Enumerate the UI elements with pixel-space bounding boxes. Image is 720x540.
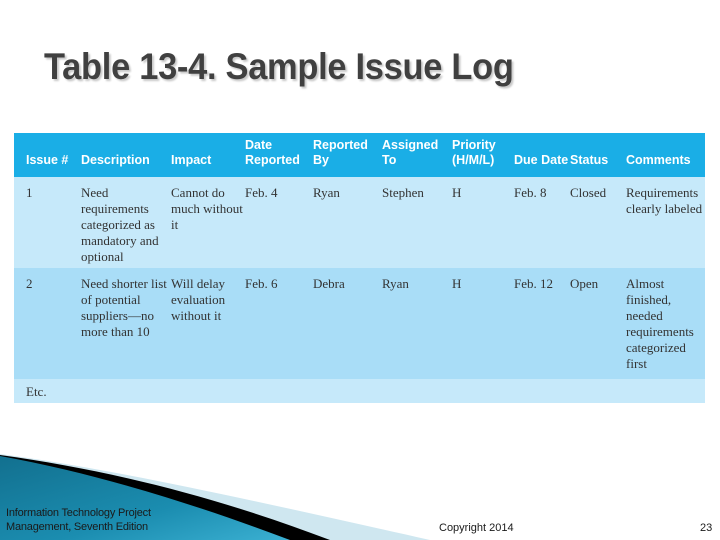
cell-issue: 1 <box>14 177 81 268</box>
cell-priority: H <box>452 177 514 268</box>
slide-page-number: 23 <box>700 522 713 534</box>
cell-impact: Will delay evaluation without it <box>171 268 245 379</box>
header-impact: Impact <box>171 133 245 177</box>
issue-log-table: Issue # Description Impact Date Reported… <box>14 133 705 403</box>
cell-due-date: Feb. 12 <box>514 268 570 379</box>
header-assigned-to: Assigned To <box>382 133 452 177</box>
header-status: Status <box>570 133 626 177</box>
cell-etc: Etc. <box>14 379 705 403</box>
cell-assigned-to: Ryan <box>382 268 452 379</box>
footer-book-line-2: Management, Seventh Edition <box>6 520 148 533</box>
cell-due-date: Feb. 8 <box>514 177 570 268</box>
cell-reported-by: Debra <box>313 268 382 379</box>
cell-description: Need requirements categorized as mandato… <box>81 177 171 268</box>
footer-book-line-1: Information Technology Project <box>6 507 151 519</box>
header-reported-by: Reported By <box>313 133 382 177</box>
table-row: 1 Need requirements categorized as manda… <box>14 177 705 268</box>
cell-priority: H <box>452 268 514 379</box>
cell-date-reported: Feb. 4 <box>245 177 313 268</box>
header-description: Description <box>81 133 171 177</box>
cell-comments: Requirements clearly labeled <box>626 177 705 268</box>
cell-status: Closed <box>570 177 626 268</box>
header-priority: Priority (H/M/L) <box>452 133 514 177</box>
table-header-row: Issue # Description Impact Date Reported… <box>14 133 705 177</box>
cell-status: Open <box>570 268 626 379</box>
cell-impact: Cannot do much without it <box>171 177 245 268</box>
slide-title: Table 13-4. Sample Issue Log <box>44 46 514 87</box>
cell-assigned-to: Stephen <box>382 177 452 268</box>
cell-reported-by: Ryan <box>313 177 382 268</box>
footer-copyright: Copyright 2014 <box>439 522 514 534</box>
cell-description: Need shorter list of potential suppliers… <box>81 268 171 379</box>
cell-comments: Almost finished, needed requirements cat… <box>626 268 705 379</box>
table-row-etc: Etc. <box>14 379 705 403</box>
header-date-reported: Date Reported <box>245 133 313 177</box>
cell-date-reported: Feb. 6 <box>245 268 313 379</box>
header-comments: Comments <box>626 133 705 177</box>
footer-book-title: Information Technology Project Managemen… <box>6 507 151 534</box>
table-row: 2 Need shorter list of potential supplie… <box>14 268 705 379</box>
header-issue-number: Issue # <box>14 133 81 177</box>
header-due-date: Due Date <box>514 133 570 177</box>
cell-issue: 2 <box>14 268 81 379</box>
